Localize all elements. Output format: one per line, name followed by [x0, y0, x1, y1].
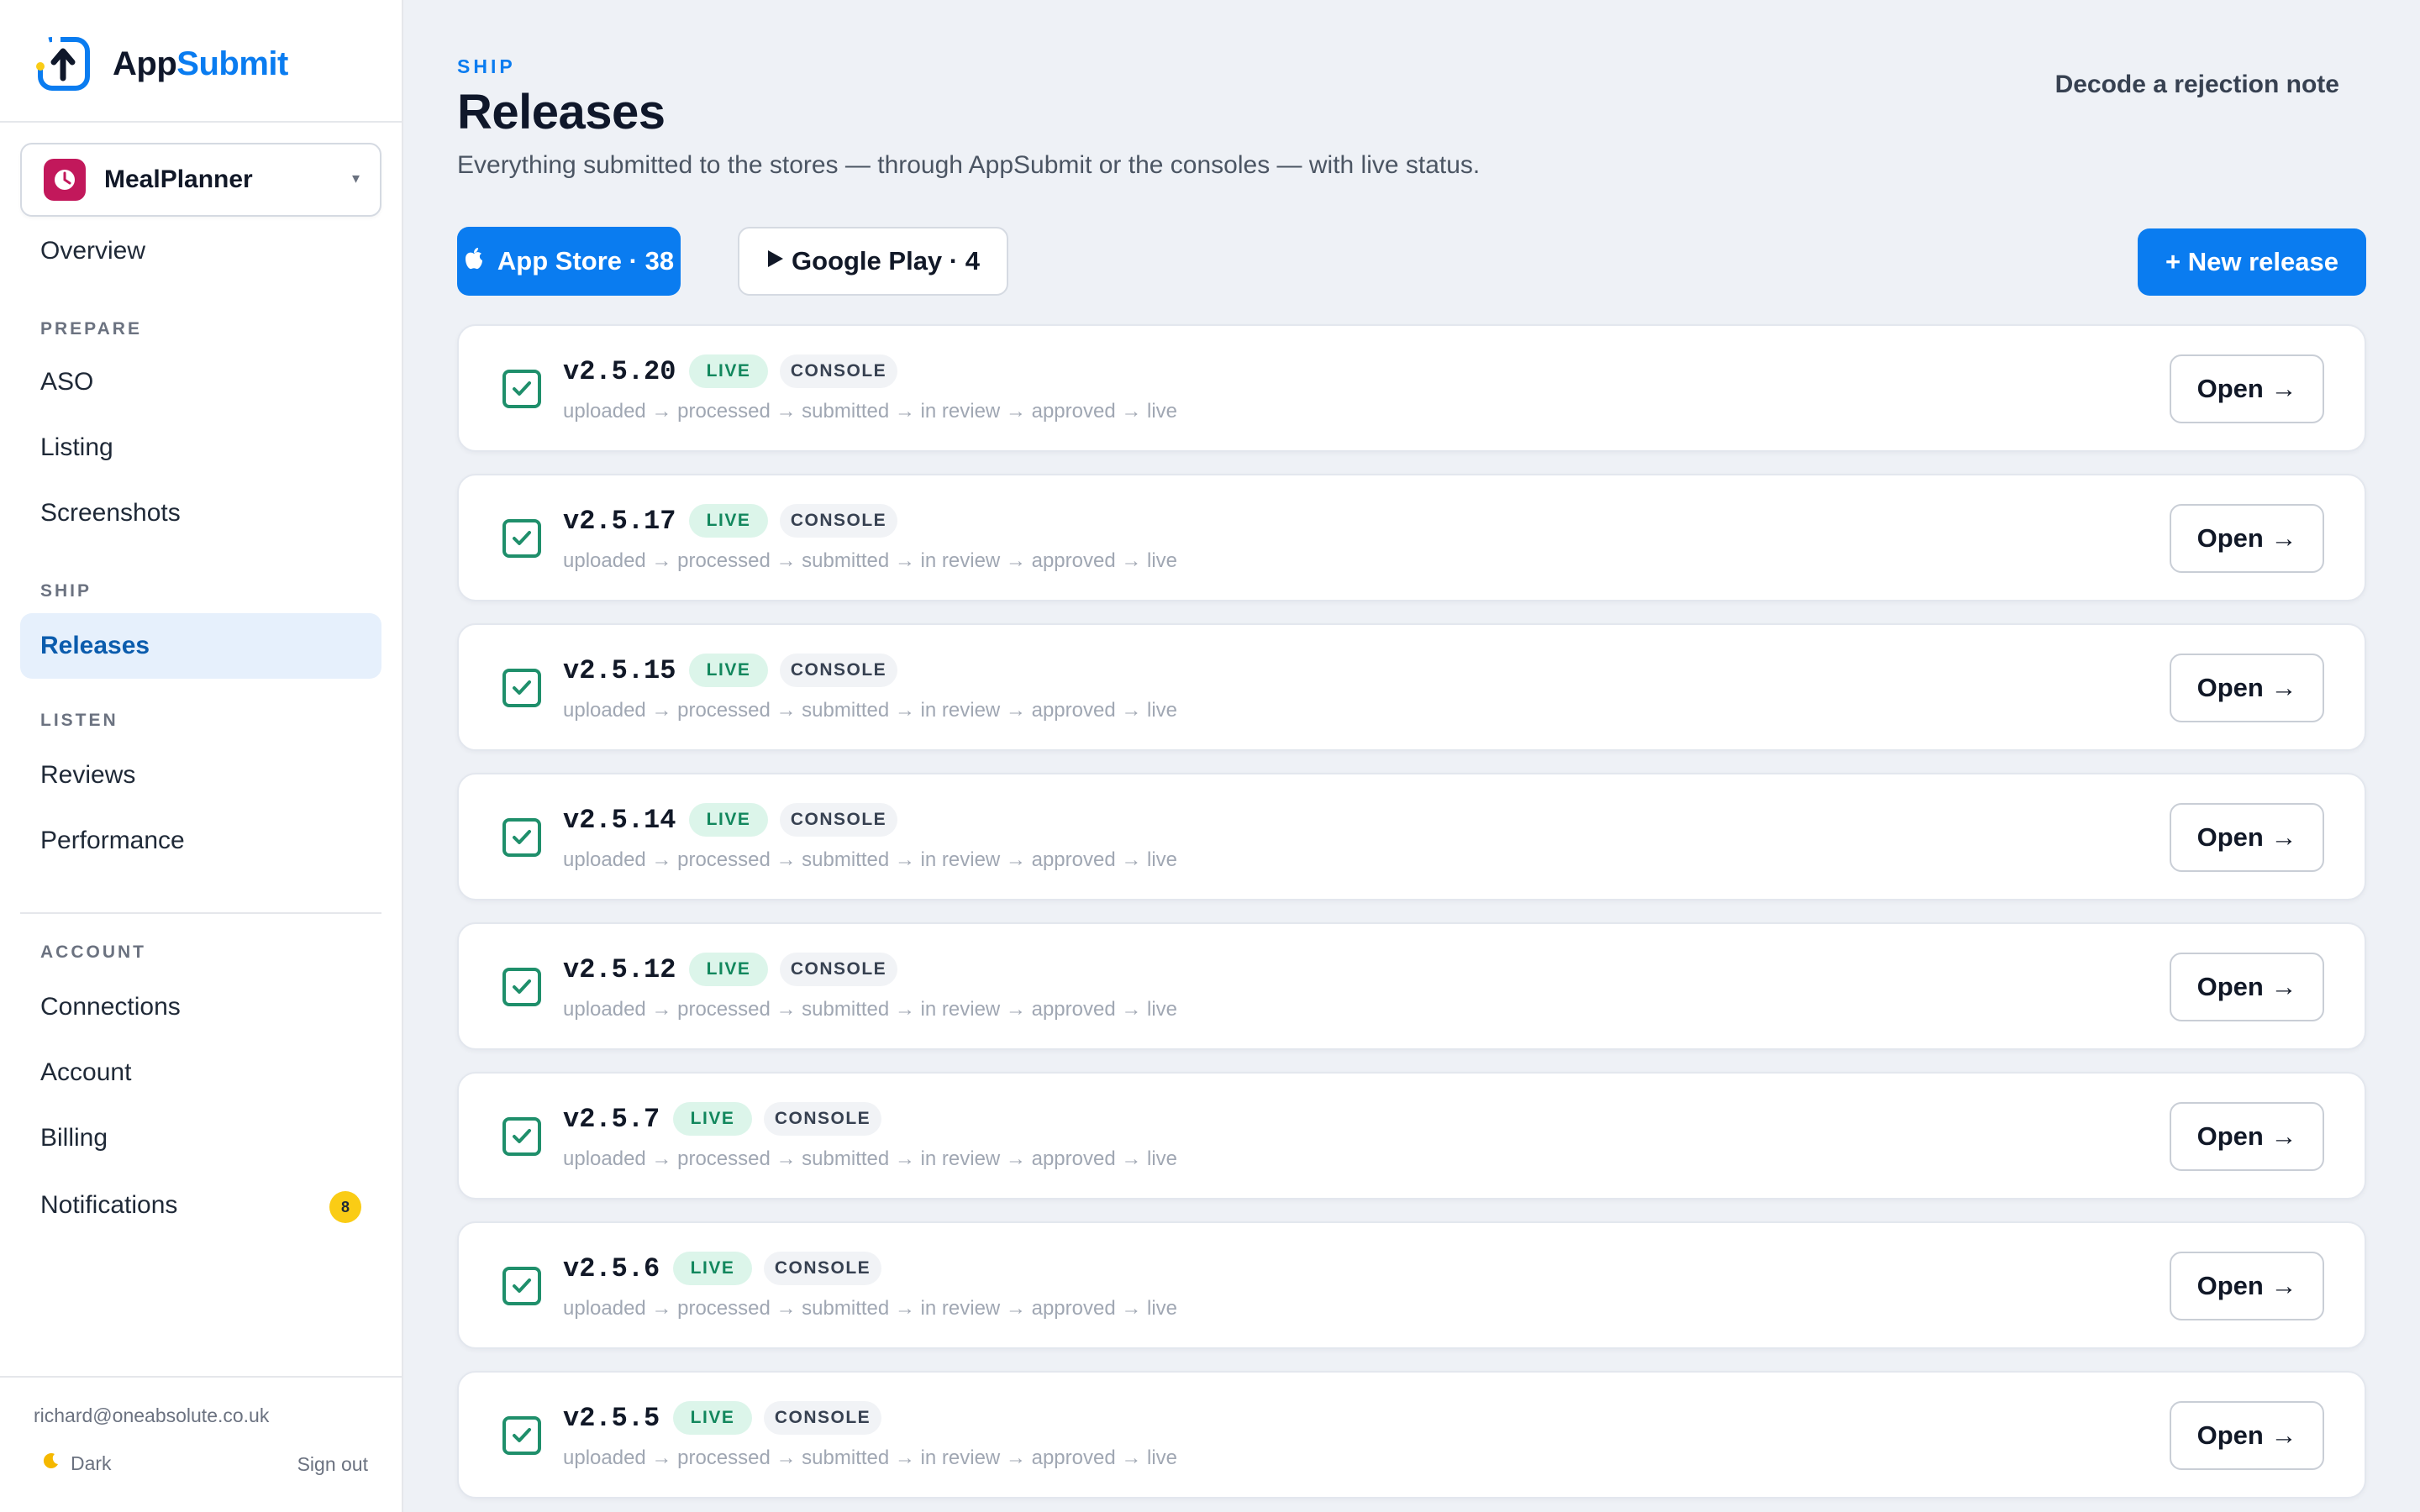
- release-row: v2.5.20 LIVE CONSOLE uploaded → processe…: [457, 324, 2366, 452]
- sidebar-item-overview[interactable]: Overview: [20, 218, 381, 284]
- divider: [0, 1376, 402, 1378]
- tab-google-play[interactable]: Google Play · 4: [738, 227, 1008, 296]
- check-icon: [502, 370, 541, 408]
- check-icon: [502, 669, 541, 707]
- release-version: v2.5.5: [563, 1403, 660, 1434]
- source-badge: CONSOLE: [764, 1102, 881, 1136]
- release-version: v2.5.14: [563, 805, 676, 836]
- apple-icon: [464, 247, 484, 276]
- status-badge: LIVE: [673, 1252, 752, 1285]
- check-icon: [502, 818, 541, 857]
- brand-name: AppSubmit: [113, 45, 288, 82]
- status-badge: LIVE: [689, 803, 768, 837]
- sidebar-item-account[interactable]: Account: [20, 1040, 381, 1105]
- release-version: v2.5.12: [563, 954, 676, 985]
- sign-out-link[interactable]: Sign out: [297, 1453, 368, 1476]
- open-release-button[interactable]: Open →: [2170, 1252, 2324, 1320]
- status-badge: LIVE: [689, 953, 768, 986]
- section-eyebrow: SHIP: [457, 55, 516, 77]
- release-row: v2.5.14 LIVE CONSOLE uploaded → processe…: [457, 773, 2366, 900]
- status-badge: LIVE: [673, 1102, 752, 1136]
- theme-toggle[interactable]: Dark: [42, 1452, 112, 1475]
- sidebar-item-reviews[interactable]: Reviews: [20, 743, 381, 808]
- release-row: v2.5.15 LIVE CONSOLE uploaded → processe…: [457, 623, 2366, 751]
- check-icon: [502, 968, 541, 1006]
- release-row: v2.5.12 LIVE CONSOLE uploaded → processe…: [457, 922, 2366, 1050]
- release-row: v2.5.6 LIVE CONSOLE uploaded → processed…: [457, 1221, 2366, 1349]
- nav-section-prepare: PREPARE: [40, 319, 142, 339]
- open-release-button[interactable]: Open →: [2170, 504, 2324, 573]
- source-badge: CONSOLE: [764, 1401, 881, 1435]
- release-pipeline-steps: uploaded → processed → submitted → in re…: [563, 1446, 1178, 1469]
- release-pipeline-steps: uploaded → processed → submitted → in re…: [563, 549, 1178, 572]
- app-selector[interactable]: MealPlanner ▾: [20, 143, 381, 217]
- source-badge: CONSOLE: [780, 504, 897, 538]
- release-row: v2.5.5 LIVE CONSOLE uploaded → processed…: [457, 1371, 2366, 1499]
- sidebar-item-notifications[interactable]: Notifications 8: [20, 1173, 381, 1238]
- open-release-button[interactable]: Open →: [2170, 1401, 2324, 1470]
- nav-section-ship: SHIP: [40, 581, 92, 601]
- new-release-button[interactable]: + New release: [2138, 228, 2366, 296]
- release-row: v2.5.17 LIVE CONSOLE uploaded → processe…: [457, 474, 2366, 601]
- release-pipeline-steps: uploaded → processed → submitted → in re…: [563, 848, 1178, 871]
- divider: [20, 912, 381, 914]
- app-name: MealPlanner: [104, 165, 253, 193]
- check-icon: [502, 1416, 541, 1455]
- release-pipeline-steps: uploaded → processed → submitted → in re…: [563, 1297, 1178, 1320]
- source-badge: CONSOLE: [780, 953, 897, 986]
- status-badge: LIVE: [689, 654, 768, 687]
- open-release-button[interactable]: Open →: [2170, 654, 2324, 722]
- sidebar: AppSubmit MealPlanner ▾ Overview PREPARE…: [0, 0, 403, 1512]
- sidebar-item-connections[interactable]: Connections: [20, 974, 381, 1040]
- release-row: v2.5.7 LIVE CONSOLE uploaded → processed…: [457, 1072, 2366, 1200]
- check-icon: [502, 1117, 541, 1156]
- decode-rejection-link[interactable]: Decode a rejection note: [2055, 71, 2339, 99]
- release-version: v2.5.17: [563, 506, 676, 537]
- sidebar-item-screenshots[interactable]: Screenshots: [20, 480, 381, 546]
- sidebar-item-releases[interactable]: Releases: [20, 613, 381, 679]
- check-icon: [502, 519, 541, 558]
- moon-icon: [42, 1452, 60, 1475]
- status-badge: LIVE: [689, 354, 768, 388]
- check-icon: [502, 1267, 541, 1305]
- release-pipeline-steps: uploaded → processed → submitted → in re…: [563, 1147, 1178, 1170]
- release-version: v2.5.20: [563, 356, 676, 387]
- sidebar-item-aso[interactable]: ASO: [20, 349, 381, 415]
- release-pipeline-steps: uploaded → processed → submitted → in re…: [563, 699, 1178, 722]
- upload-arrow-icon: [34, 34, 92, 93]
- page-subtitle: Everything submitted to the stores — thr…: [457, 151, 1481, 179]
- nav-section-listen: LISTEN: [40, 711, 118, 730]
- brand-logo[interactable]: AppSubmit: [34, 34, 288, 94]
- open-release-button[interactable]: Open →: [2170, 1102, 2324, 1171]
- sidebar-item-performance[interactable]: Performance: [20, 808, 381, 874]
- source-badge: CONSOLE: [780, 354, 897, 388]
- open-release-button[interactable]: Open →: [2170, 354, 2324, 423]
- nav-section-account: ACCOUNT: [40, 942, 146, 962]
- status-badge: LIVE: [689, 504, 768, 538]
- status-badge: LIVE: [673, 1401, 752, 1435]
- app-icon: [44, 159, 86, 201]
- tab-app-store[interactable]: App Store · 38: [457, 227, 681, 296]
- open-release-button[interactable]: Open →: [2170, 803, 2324, 872]
- chevron-down-icon: ▾: [351, 170, 360, 186]
- notification-count-badge: 8: [329, 1191, 361, 1223]
- sidebar-item-listing[interactable]: Listing: [20, 415, 381, 480]
- release-version: v2.5.7: [563, 1104, 660, 1135]
- page-title: Releases: [457, 85, 666, 139]
- release-version: v2.5.15: [563, 655, 676, 686]
- source-badge: CONSOLE: [764, 1252, 881, 1285]
- release-pipeline-steps: uploaded → processed → submitted → in re…: [563, 998, 1178, 1021]
- release-version: v2.5.6: [563, 1253, 660, 1284]
- release-pipeline-steps: uploaded → processed → submitted → in re…: [563, 400, 1178, 423]
- source-badge: CONSOLE: [780, 803, 897, 837]
- sidebar-item-billing[interactable]: Billing: [20, 1105, 381, 1171]
- play-icon: [766, 249, 785, 275]
- divider: [0, 121, 402, 123]
- open-release-button[interactable]: Open →: [2170, 953, 2324, 1021]
- user-email: richard@oneabsolute.co.uk: [34, 1404, 270, 1426]
- source-badge: CONSOLE: [780, 654, 897, 687]
